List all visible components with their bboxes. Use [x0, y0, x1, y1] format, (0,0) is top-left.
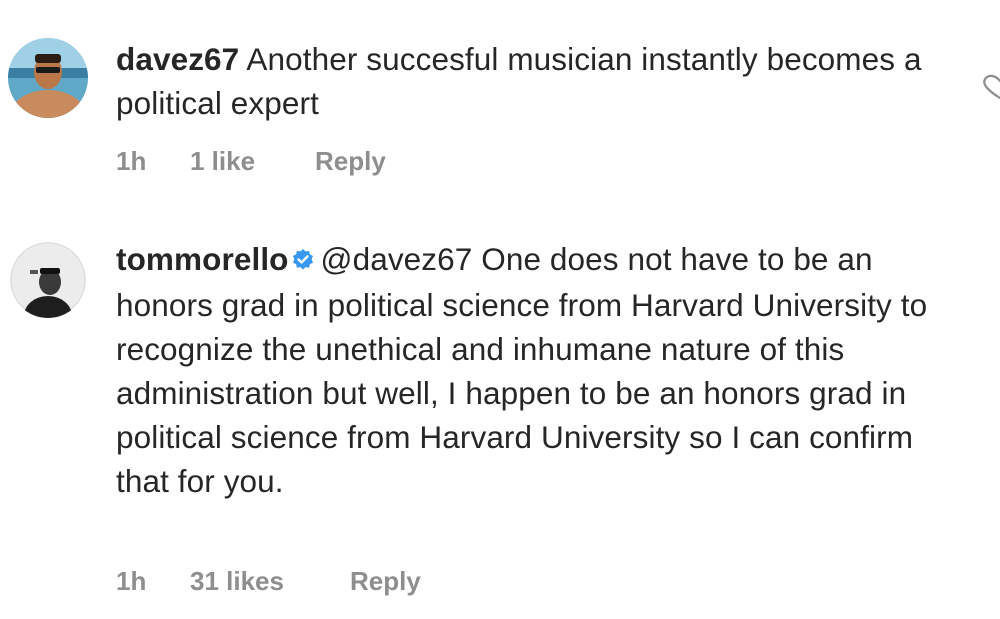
comment-meta: 1h 1 like Reply [116, 146, 386, 177]
reply-button[interactable]: Reply [350, 566, 421, 597]
reply-button[interactable]: Reply [315, 146, 386, 177]
comment-body: One does not have to be an honors grad i… [116, 241, 928, 499]
comment-text: tommorello @davez67 One does not have to … [116, 237, 966, 503]
comment-username[interactable]: tommorello [116, 241, 289, 277]
comment-meta: 1h 31 likes Reply [116, 566, 421, 597]
avatar[interactable] [8, 38, 88, 118]
comment-text: davez67 Another succesful musician insta… [116, 37, 966, 125]
heart-icon[interactable] [980, 74, 1000, 100]
comment-likes-count[interactable]: 1 like [190, 146, 315, 177]
comment-likes-count[interactable]: 31 likes [190, 566, 350, 597]
comment-mention[interactable]: @davez67 [321, 241, 473, 277]
comment-username[interactable]: davez67 [116, 41, 239, 77]
avatar[interactable] [10, 242, 86, 318]
verified-badge-icon [291, 239, 315, 283]
comment-time: 1h [116, 146, 147, 176]
comment-time: 1h [116, 566, 147, 596]
